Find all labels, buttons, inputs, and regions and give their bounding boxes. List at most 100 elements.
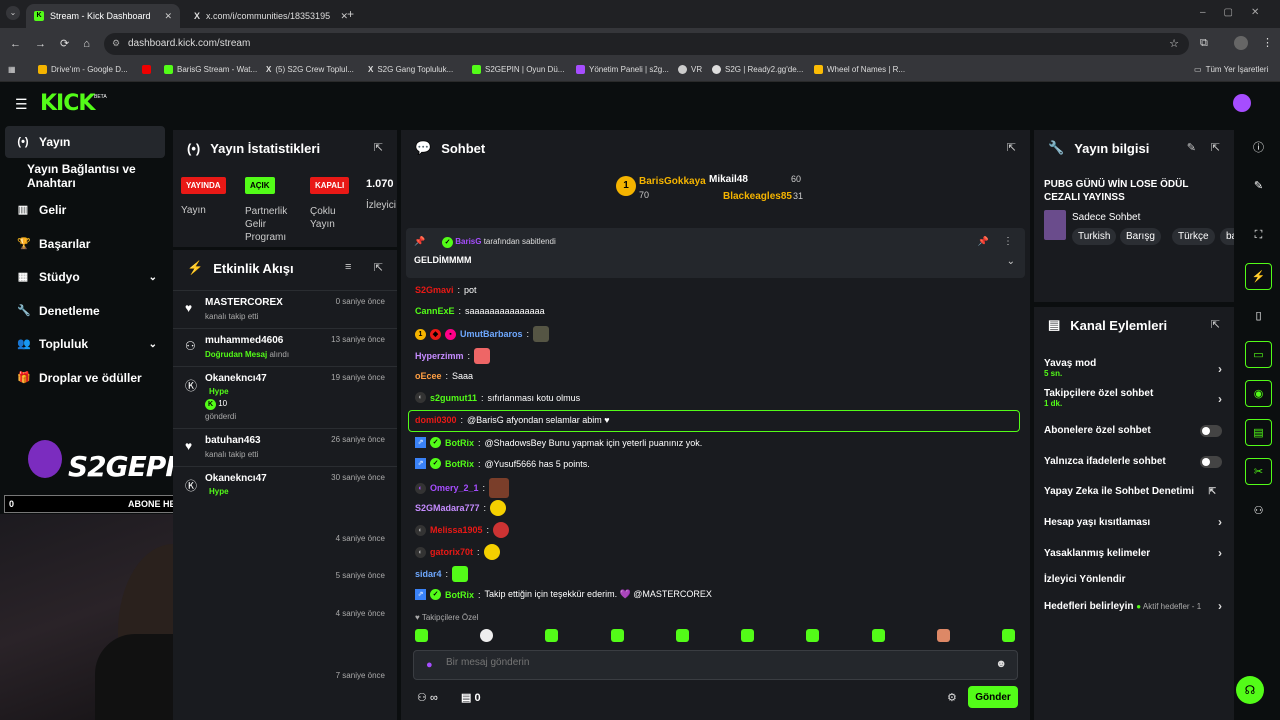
site-info-icon[interactable]: ⚙: [112, 38, 120, 49]
shop-display[interactable]: ▤ 0: [461, 691, 481, 704]
emote[interactable]: [545, 629, 559, 642]
more-icon[interactable]: ⋮: [1003, 236, 1013, 247]
action-account-age[interactable]: Hesap yaşı kısıtlaması ›: [1044, 515, 1222, 529]
emoji-icon[interactable]: ☻: [995, 658, 1007, 670]
chat-message[interactable]: S2Gmavi: pot: [415, 285, 477, 295]
subs-only-toggle[interactable]: [1200, 425, 1222, 437]
chat-message[interactable]: Hyperzimm:: [415, 348, 491, 364]
emote[interactable]: [675, 629, 689, 642]
wrench-icon[interactable]: ✂: [1245, 458, 1272, 485]
send-button[interactable]: Gönder: [968, 686, 1018, 708]
chat-message[interactable]: ◐ s2gumut11: sıfırlanması kotu olmus: [415, 392, 580, 403]
new-tab-icon[interactable]: +: [347, 7, 354, 21]
sidebar-item-basarilar[interactable]: 🏆 Başarılar: [5, 228, 165, 260]
action-followers-only[interactable]: Takipçilere özel sohbet 1 dk. ›: [1044, 388, 1222, 408]
bookmark-item[interactable]: X (5) S2G Crew Toplul...: [266, 65, 354, 74]
user-avatar[interactable]: [1233, 94, 1251, 112]
url-field[interactable]: ⚙ dashboard.kick.com/stream ☆: [104, 33, 1189, 55]
emote[interactable]: [1001, 629, 1015, 642]
chat-message[interactable]: ◐ gatorix70t:: [415, 544, 500, 560]
bookmark-item[interactable]: S2GEPIN | Oyun Dü...: [472, 65, 564, 74]
edit-icon[interactable]: ✎: [1245, 172, 1272, 199]
bookmark-item[interactable]: BarisG Stream - Wat...: [164, 65, 257, 74]
popout-icon[interactable]: ⇱: [1007, 141, 1016, 154]
unpin-icon[interactable]: 📌: [978, 236, 989, 247]
bookmark-item[interactable]: X S2G Gang Topluluk...: [368, 65, 453, 74]
people-icon[interactable]: ⚇: [1245, 497, 1272, 524]
popout-icon[interactable]: ⇱: [374, 261, 383, 274]
action-slow-mode[interactable]: Yavaş mod 5 sn. ›: [1044, 358, 1222, 378]
chat-message[interactable]: sidar4:: [415, 566, 469, 582]
tab-search-icon[interactable]: ⌄: [6, 6, 20, 20]
all-bookmarks[interactable]: ▭ Tüm Yer İşaretleri: [1194, 65, 1268, 74]
menu-icon[interactable]: ⋮: [1262, 36, 1273, 49]
close-icon[interactable]: ✕: [164, 11, 172, 22]
action-raid[interactable]: İzleyici Yönlendir: [1044, 574, 1222, 585]
chat-message[interactable]: ⇗ ✓ BotRix: @ShadowsBey Bunu yapmak için y…: [415, 437, 702, 448]
chat-message-mention[interactable]: domi0300: @BarisG afyondan selamlar abim…: [415, 415, 610, 425]
chat-message-input[interactable]: [446, 657, 986, 668]
chat-input[interactable]: ● ☻: [413, 650, 1018, 680]
chat-message[interactable]: oEcee: Saaa: [415, 371, 473, 381]
tag[interactable]: Türkçe: [1172, 228, 1215, 245]
info-icon[interactable]: ⓘ: [1245, 133, 1272, 160]
sidebar-item-studyo[interactable]: ▦ Stüdyo ⌄: [5, 261, 165, 293]
emote[interactable]: [806, 629, 820, 642]
sidebar-item-stream-key[interactable]: Yayın Bağlantısı ve Anahtarı: [5, 160, 177, 192]
emote[interactable]: [610, 629, 624, 642]
leader-name[interactable]: BarisGokkaya: [639, 176, 706, 187]
sidebar-item-topluluk[interactable]: 👥 Topluluk ⌄: [5, 328, 165, 360]
nav-buttons[interactable]: ←→⟳⌂: [10, 37, 104, 50]
bookmark-item[interactable]: Wheel of Names | R...: [814, 65, 905, 74]
chat-message[interactable]: ◐ Omery_2_1:: [415, 478, 510, 498]
pinned-message[interactable]: 📌 ✓ BarisG tarafından sabitlendi GELDİMM…: [406, 228, 1025, 278]
tag[interactable]: Turkish: [1072, 228, 1117, 245]
hamburger-icon[interactable]: ☰: [15, 96, 28, 113]
tab-kick-dashboard[interactable]: K Stream - Kick Dashboard ✕: [26, 4, 180, 28]
extensions-icon[interactable]: ⧉: [1200, 37, 1208, 50]
sidebar-item-denetleme[interactable]: 🔧 Denetleme: [5, 295, 165, 327]
category-name[interactable]: Sadece Sohbet: [1072, 212, 1140, 223]
sidebar-item-droplar[interactable]: 🎁 Droplar ve ödüller: [5, 362, 165, 394]
chat-message[interactable]: ◐ Melissa1905:: [415, 522, 510, 538]
chevron-down-icon[interactable]: ⌄: [1007, 256, 1015, 267]
tag[interactable]: ba: [1220, 228, 1234, 245]
filter-icon[interactable]: ≡: [345, 261, 351, 273]
chat-icon[interactable]: ▭: [1245, 341, 1272, 368]
chat-message[interactable]: ⇗ ✓ BotRix: Takip ettiğin için teşekkür ed…: [415, 589, 712, 600]
popout-icon[interactable]: ⇱: [1211, 318, 1220, 331]
chat-message[interactable]: ⇗ ✓ BotRix: @Yusuf5666 has 5 points.: [415, 458, 590, 469]
leader-name[interactable]: Blackeagles85: [723, 191, 792, 202]
bookmark-item[interactable]: VR: [678, 65, 702, 74]
chat-message[interactable]: S2GMadara777:: [415, 500, 507, 516]
lightning-icon[interactable]: ⚡: [1245, 263, 1272, 290]
emote[interactable]: [871, 629, 885, 642]
sidebar-item-yayin[interactable]: (•) Yayın: [5, 126, 165, 158]
bookmark-item[interactable]: [142, 65, 151, 74]
emote[interactable]: [936, 629, 950, 642]
emotes-only-toggle[interactable]: [1200, 456, 1222, 468]
emote[interactable]: [415, 629, 428, 642]
chat-message[interactable]: CannExE: saaaaaaaaaaaaaaa: [415, 306, 545, 316]
bookmark-item[interactable]: S2G | Ready2.gg'de...: [712, 65, 803, 74]
tab-x-communities[interactable]: X x.com/i/communities/18353195 ✕: [186, 4, 356, 28]
leader-name[interactable]: Mikail48: [709, 174, 748, 185]
support-icon[interactable]: ☊: [1236, 676, 1264, 704]
bookmark-star-icon[interactable]: ☆: [1169, 37, 1179, 50]
action-goals[interactable]: Hedefleri belirleyin ● Aktif hedefler - …: [1044, 599, 1222, 613]
action-banned-words[interactable]: Yasaklanmış kelimeler ›: [1044, 546, 1222, 560]
emote[interactable]: [480, 629, 494, 642]
broadcast-icon[interactable]: ◉: [1245, 380, 1272, 407]
settings-icon[interactable]: ⚙: [947, 691, 957, 704]
tag[interactable]: Barışg: [1120, 228, 1161, 245]
popout-icon[interactable]: ⇱: [374, 141, 383, 154]
kick-logo[interactable]: KICK: [40, 91, 95, 116]
points-display[interactable]: ⚇ ∞: [417, 691, 438, 704]
popout-icon[interactable]: ⇱: [1211, 141, 1220, 154]
chat-message[interactable]: 1 ◆ ▪ UmutBarbaros:: [415, 326, 550, 342]
profile-avatar[interactable]: [1234, 36, 1248, 50]
bookmark-item[interactable]: Drive'ım - Google D...: [38, 65, 128, 74]
sidebar-item-gelir[interactable]: ▥ Gelir: [5, 194, 165, 226]
apps-icon[interactable]: ▦: [8, 65, 16, 74]
bookmark-item[interactable]: Yönetim Paneli | s2g...: [576, 65, 669, 74]
